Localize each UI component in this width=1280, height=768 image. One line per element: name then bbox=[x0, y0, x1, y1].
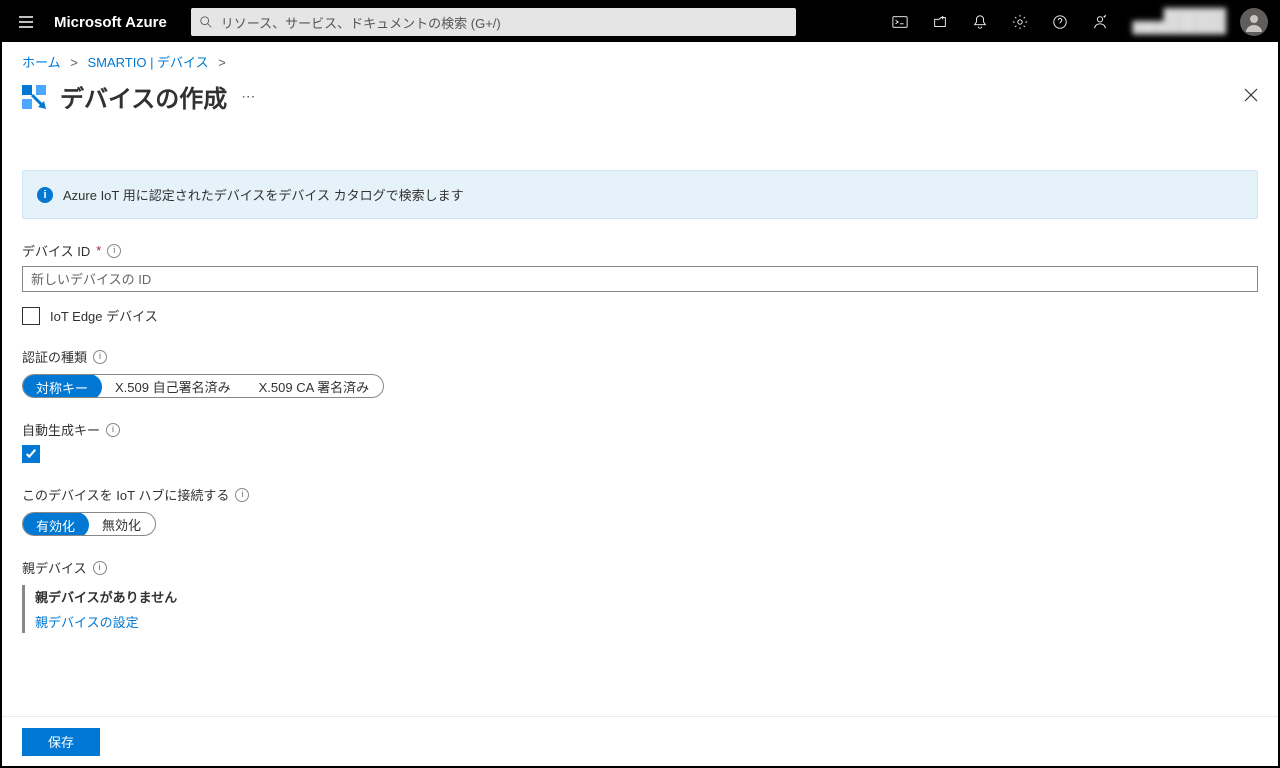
content: ホーム > SMARTIO | デバイス > デバイスの作成 ⋯ i Azure… bbox=[2, 42, 1278, 766]
device-icon bbox=[18, 81, 50, 113]
auth-type-label: 認証の種類 bbox=[22, 347, 87, 366]
help-icon[interactable] bbox=[1040, 2, 1080, 42]
close-button[interactable] bbox=[1244, 88, 1258, 105]
notifications-icon[interactable] bbox=[960, 2, 1000, 42]
page-title: デバイスの作成 bbox=[60, 79, 227, 114]
page-header: デバイスの作成 ⋯ bbox=[2, 75, 1278, 122]
banner-text: Azure IoT 用に認定されたデバイスをデバイス カタログで検索します bbox=[63, 185, 464, 204]
topbar-right: ████████ ████████████ bbox=[880, 2, 1278, 42]
auth-type-group: 対称キー X.509 自己署名済み X.509 CA 署名済み bbox=[22, 374, 384, 398]
info-hint-icon[interactable]: i bbox=[93, 561, 107, 575]
cloud-shell-icon[interactable] bbox=[880, 2, 920, 42]
auto-key-label: 自動生成キー bbox=[22, 420, 100, 439]
info-hint-icon[interactable]: i bbox=[93, 350, 107, 364]
footer: 保存 bbox=[2, 716, 1278, 766]
settings-icon[interactable] bbox=[1000, 2, 1040, 42]
directories-icon[interactable] bbox=[920, 2, 960, 42]
info-hint-icon[interactable]: i bbox=[107, 244, 121, 258]
feedback-icon[interactable] bbox=[1080, 2, 1120, 42]
device-id-input[interactable] bbox=[22, 266, 1258, 292]
info-hint-icon[interactable]: i bbox=[106, 423, 120, 437]
search-placeholder: リソース、サービス、ドキュメントの検索 (G+/) bbox=[221, 13, 501, 32]
save-button[interactable]: 保存 bbox=[22, 728, 100, 756]
iot-edge-checkbox[interactable] bbox=[22, 307, 40, 325]
hamburger-menu[interactable] bbox=[2, 2, 50, 42]
avatar[interactable] bbox=[1240, 8, 1268, 36]
search-box[interactable]: リソース、サービス、ドキュメントの検索 (G+/) bbox=[191, 8, 796, 36]
breadcrumb-resource[interactable]: SMARTIO | デバイス bbox=[87, 55, 208, 70]
parent-settings-link[interactable]: 親デバイスの設定 bbox=[35, 612, 139, 631]
connect-disable-pill[interactable]: 無効化 bbox=[88, 513, 155, 535]
info-icon: i bbox=[37, 187, 53, 203]
more-actions[interactable]: ⋯ bbox=[241, 88, 257, 105]
breadcrumb-home[interactable]: ホーム bbox=[22, 55, 61, 70]
connect-enable-pill[interactable]: 有効化 bbox=[22, 512, 89, 536]
auth-x509ca-pill[interactable]: X.509 CA 署名済み bbox=[245, 375, 384, 397]
connect-label: このデバイスを IoT ハブに接続する bbox=[22, 485, 229, 504]
iot-edge-label: IoT Edge デバイス bbox=[50, 306, 158, 325]
auth-x509self-pill[interactable]: X.509 自己署名済み bbox=[101, 375, 245, 397]
device-id-label: デバイス ID bbox=[22, 241, 90, 260]
parent-device-label: 親デバイス bbox=[22, 558, 87, 577]
breadcrumb: ホーム > SMARTIO | デバイス > bbox=[2, 42, 1278, 75]
parent-none-text: 親デバイスがありません bbox=[35, 587, 1258, 606]
info-hint-icon[interactable]: i bbox=[235, 488, 249, 502]
auth-symmetric-pill[interactable]: 対称キー bbox=[22, 374, 102, 398]
brand[interactable]: Microsoft Azure bbox=[50, 14, 179, 31]
search-icon bbox=[199, 15, 213, 29]
auto-key-checkbox[interactable] bbox=[22, 445, 40, 463]
connect-group: 有効化 無効化 bbox=[22, 512, 156, 536]
account-info[interactable]: ████████ ████████████ bbox=[1120, 5, 1234, 39]
info-banner[interactable]: i Azure IoT 用に認定されたデバイスをデバイス カタログで検索します bbox=[22, 170, 1258, 219]
top-bar: Microsoft Azure リソース、サービス、ドキュメントの検索 (G+/… bbox=[2, 2, 1278, 42]
